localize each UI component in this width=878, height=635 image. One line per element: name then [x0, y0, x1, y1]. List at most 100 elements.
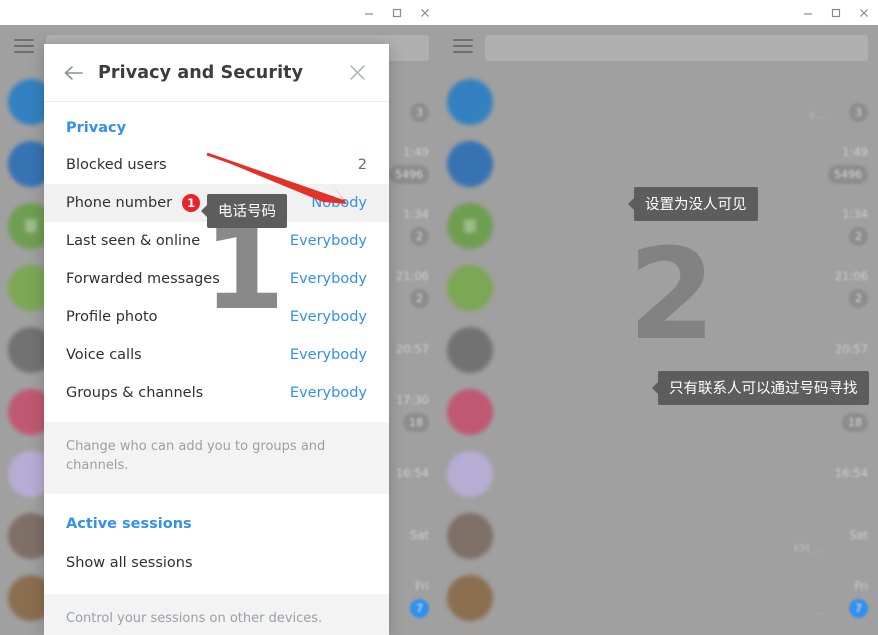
avatar — [447, 513, 493, 559]
chat-meta: 1:49 5496 — [828, 142, 868, 186]
avatar — [447, 389, 493, 435]
privacy-row-label: Profile photo — [66, 309, 158, 325]
chat-timestamp: Sat — [849, 528, 868, 543]
chat-timestamp: 21:06 — [834, 269, 868, 284]
chat-timestamp: 1:34 — [403, 207, 429, 222]
privacy-row-blocked-users[interactable]: Blocked users 2 — [44, 146, 389, 184]
privacy-row-label: Blocked users — [66, 157, 167, 173]
sessions-hint: Control your sessions on other devices. — [44, 593, 389, 635]
unread-badge: 18 — [403, 413, 429, 432]
maximize-icon[interactable] — [822, 2, 850, 24]
chat-list: 3e...1:495496草1:34221:06220:5717:301816:… — [439, 71, 878, 635]
close-icon[interactable] — [343, 59, 371, 87]
chat-meta: 21:06 2 — [835, 266, 868, 310]
show-all-sessions-row[interactable]: Show all sessions — [44, 542, 389, 584]
privacy-row-value: 2 — [357, 157, 367, 173]
chat-list-item[interactable]: Fri — [439, 629, 878, 635]
chat-list-item[interactable]: Fri 7 … — [439, 567, 878, 629]
maximize-icon[interactable] — [383, 2, 411, 24]
unread-badge: 2 — [410, 227, 429, 246]
chat-list-item[interactable]: 1:49 5496 — [439, 133, 878, 195]
menu-icon[interactable] — [453, 39, 473, 54]
sessions-section: Active sessions Show all sessions — [44, 493, 389, 594]
privacy-row-value: Everybody — [289, 271, 367, 287]
unread-badge: 7 — [410, 599, 429, 618]
chat-timestamp: Fri — [854, 579, 868, 594]
chat-snippet: e... — [808, 108, 826, 121]
chat-timestamp: 16:54 — [395, 466, 429, 481]
chat-timestamp: 1:49 — [403, 145, 429, 160]
chat-list-item[interactable]: 3 e... — [439, 71, 878, 133]
avatar — [447, 141, 493, 187]
privacy-hint: Change who can add you to groups and cha… — [44, 422, 389, 494]
privacy-row-forwarded-messages[interactable]: Forwarded messages Everybody — [44, 260, 389, 298]
left-telegram-window: 3e...1:495496草1:34221:06220:5717:301816:… — [0, 0, 439, 635]
unread-badge: 5496 — [828, 165, 868, 184]
privacy-row-value: Everybody — [289, 233, 367, 249]
privacy-row-voice-calls[interactable]: Voice calls Everybody — [44, 336, 389, 374]
unread-badge: 5496 — [389, 165, 429, 184]
active-sessions-label: Active sessions — [66, 515, 192, 532]
close-icon[interactable] — [850, 2, 878, 24]
left-window-titlebar — [0, 0, 439, 25]
unread-badge: 3 — [849, 103, 868, 122]
privacy-row-label: Voice calls — [66, 347, 142, 363]
privacy-row-value: Everybody — [289, 347, 367, 363]
privacy-row-label: Phone number — [66, 195, 173, 211]
dialog-header: Privacy and Security — [44, 44, 389, 102]
chat-timestamp — [849, 80, 868, 102]
section-heading-privacy: Privacy — [66, 120, 127, 136]
unread-badge: 2 — [849, 289, 868, 308]
chat-timestamp — [410, 80, 429, 102]
sidebar-item-active-sessions[interactable]: Active sessions — [44, 498, 389, 542]
chat-meta: Fri 7 — [849, 576, 868, 620]
chat-list-item[interactable]: 21:06 2 — [439, 257, 878, 319]
privacy-row-value: Nobody — [311, 195, 367, 211]
chat-meta: 16:54 — [835, 463, 868, 485]
chat-timestamp: 1:34 — [842, 207, 868, 222]
privacy-rows: Blocked users 2 Phone number 1 Nobody Last se… — [44, 146, 389, 412]
privacy-section: Privacy Blocked users 2 Phone number 1 Nobod… — [44, 102, 389, 422]
privacy-row-groups-channels[interactable]: Groups & channels Everybody — [44, 374, 389, 412]
screenshot-root: 3 e... 1:49 5496 草 1:34 2 21:06 2 20:57 17:30 18 16:… — [0, 0, 878, 635]
chat-meta: Sat — [849, 525, 868, 547]
avatar — [447, 265, 493, 311]
chat-timestamp: 20:57 — [834, 342, 868, 357]
close-icon[interactable] — [411, 2, 439, 24]
unread-badge: 3 — [410, 103, 429, 122]
chat-timestamp: Sat — [410, 528, 429, 543]
chat-list-item[interactable]: 16:54 — [439, 443, 878, 505]
tooltip-phone-number: 电话号码 — [201, 194, 287, 228]
chat-meta: 1:49 5496 — [389, 142, 429, 186]
right-window-titlebar — [439, 0, 878, 25]
minimize-icon[interactable] — [794, 2, 822, 24]
privacy-row-profile-photo[interactable]: Profile photo Everybody — [44, 298, 389, 336]
chat-meta: Sat — [410, 525, 429, 547]
right-telegram-window: 3e...1:495496草1:34221:06220:5717:301816:… — [439, 0, 878, 635]
chat-snippet: … — [815, 604, 826, 617]
unread-badge: 7 — [849, 599, 868, 618]
minimize-icon[interactable] — [355, 2, 383, 24]
chat-timestamp: 16:54 — [834, 466, 868, 481]
privacy-row-value: Everybody — [289, 385, 367, 401]
show-all-sessions-label: Show all sessions — [66, 554, 193, 571]
chat-list-item[interactable]: Sat KM_... — [439, 505, 878, 567]
avatar — [447, 575, 493, 621]
chat-meta: 1:34 2 — [842, 204, 868, 248]
privacy-row-label: Groups & channels — [66, 385, 204, 401]
chat-meta: Fri 7 — [410, 576, 429, 620]
page-title: Privacy and Security — [98, 62, 304, 83]
chat-meta: 3 — [849, 80, 868, 124]
chat-timestamp: Fri — [415, 579, 429, 594]
annotation-badge: 1 — [182, 194, 201, 212]
chat-timestamp: 17:30 — [395, 393, 429, 408]
chat-meta: 20:57 — [396, 339, 429, 361]
chat-meta: 16:54 — [396, 463, 429, 485]
back-arrow-icon[interactable] — [58, 57, 90, 89]
avatar — [447, 79, 493, 125]
chat-meta: 21:06 2 — [396, 266, 429, 310]
chat-meta: 3 — [410, 80, 429, 124]
menu-icon[interactable] — [14, 39, 34, 54]
search-input[interactable] — [485, 35, 868, 61]
chat-meta: 17:30 18 — [396, 390, 429, 434]
